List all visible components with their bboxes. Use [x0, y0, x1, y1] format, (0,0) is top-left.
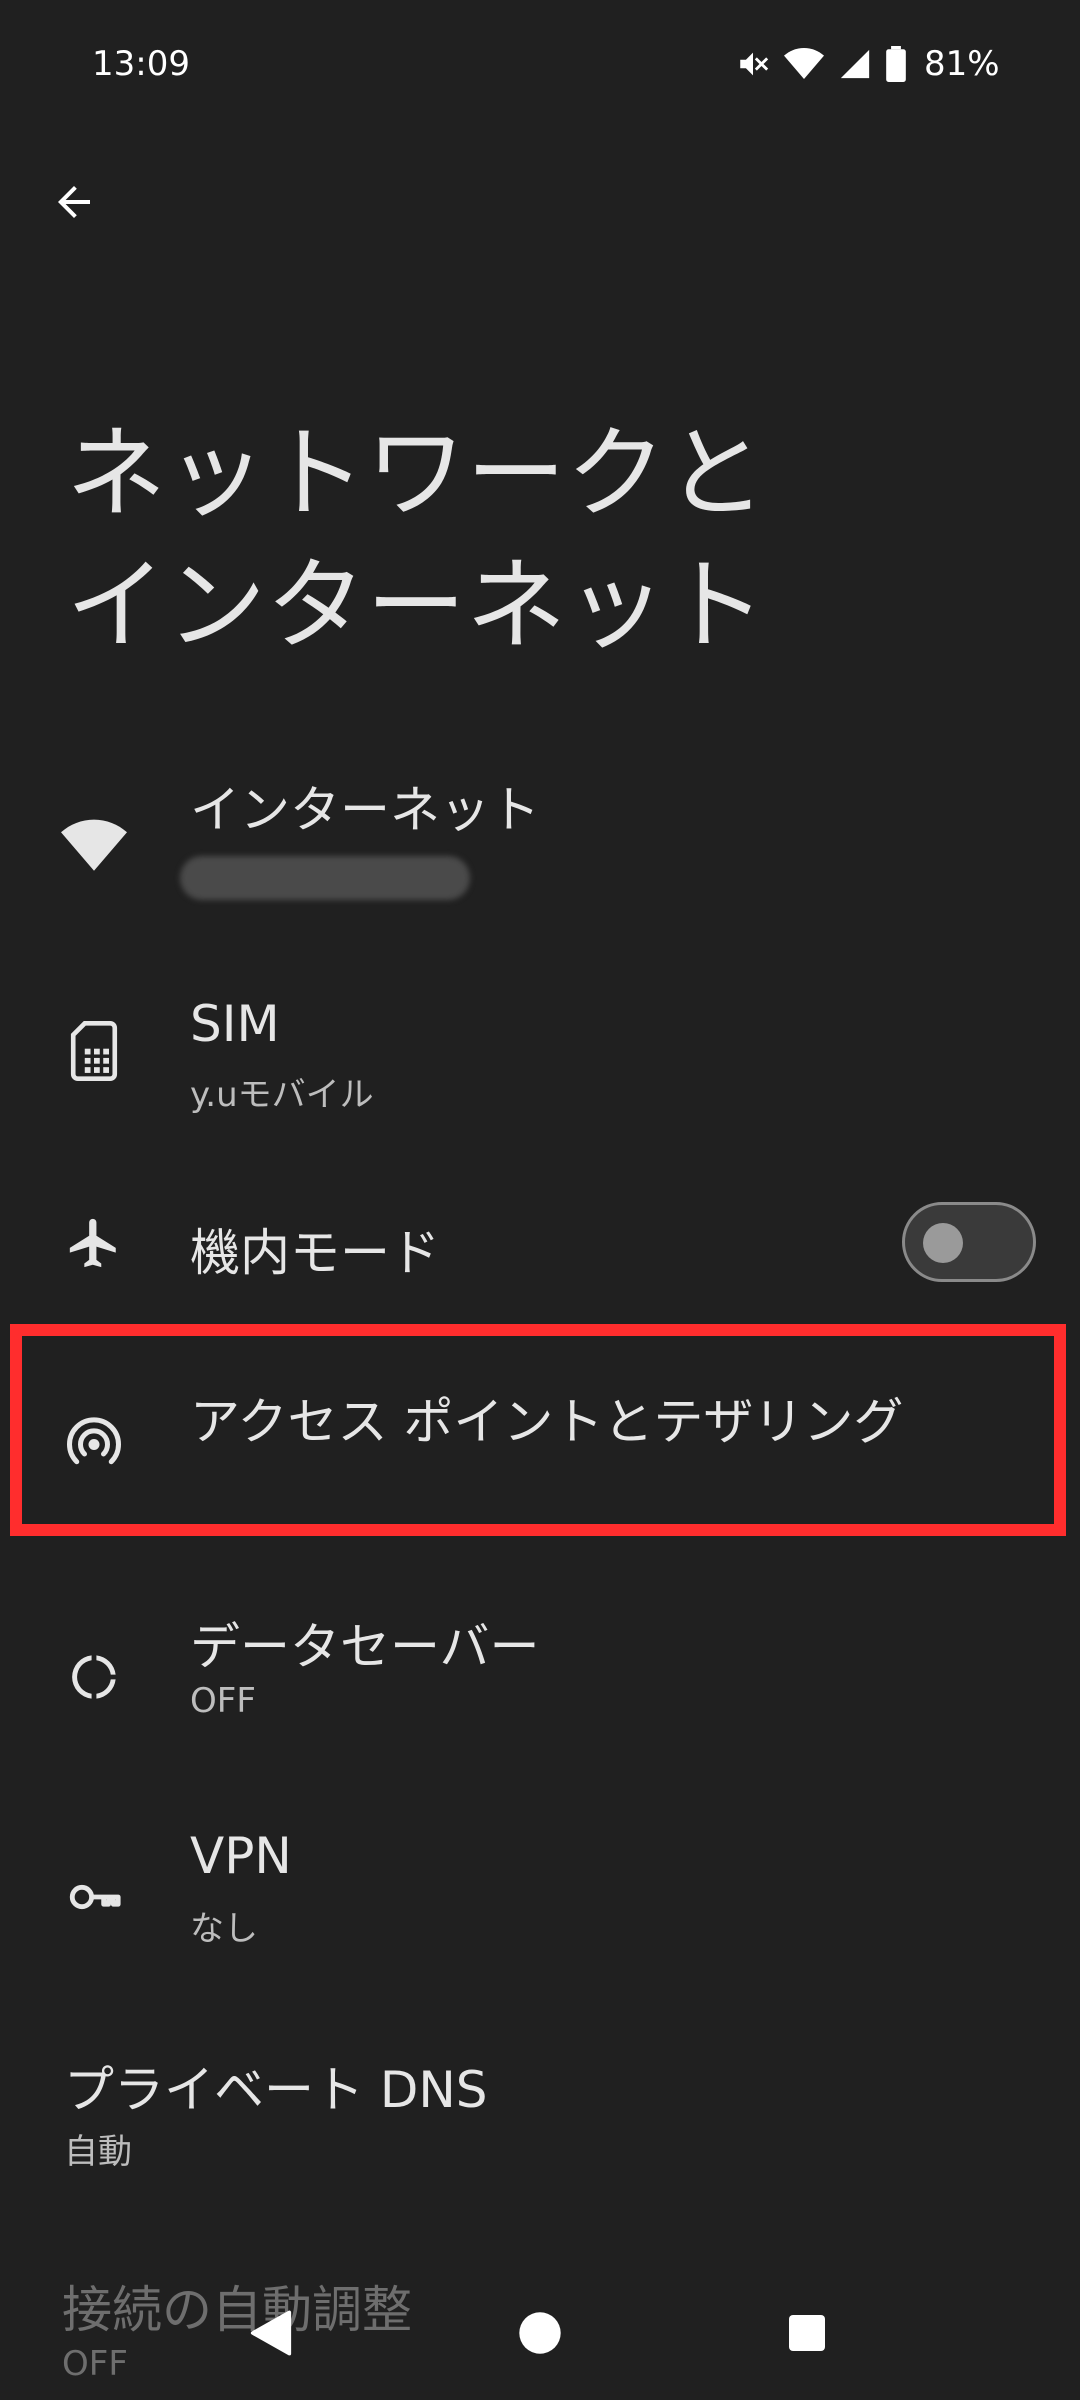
battery-icon — [886, 46, 906, 82]
sim-title: SIM — [190, 995, 280, 1053]
back-triangle-icon — [248, 2309, 294, 2361]
highlight-box — [10, 1324, 1066, 1536]
data-saver-item[interactable]: データセーバー OFF — [0, 1595, 1080, 1755]
wifi-icon — [58, 810, 130, 882]
vpn-item[interactable]: VPN なし — [0, 1815, 1080, 1975]
navigation-bar — [0, 2290, 1080, 2400]
private-dns-subtitle: 自動 — [64, 2132, 132, 2172]
data-saver-title: データセーバー — [190, 1618, 540, 1676]
arrow-left-icon — [50, 178, 98, 230]
signal-icon — [838, 47, 872, 81]
mute-icon — [736, 47, 770, 81]
status-time: 13:09 — [92, 44, 190, 84]
sim-item[interactable]: SIM y.uモバイル — [0, 975, 1080, 1135]
nav-back-button[interactable] — [226, 2290, 316, 2380]
private-dns-item[interactable]: プライベート DNS 自動 — [0, 2040, 1080, 2200]
private-dns-title: プライベート DNS — [64, 2061, 488, 2119]
page-title: ネットワークと インターネット — [66, 415, 766, 664]
airplane-mode-title: 機内モード — [190, 1224, 440, 1282]
back-button[interactable] — [36, 166, 112, 242]
redacted-network-name — [180, 856, 470, 900]
data-saver-subtitle: OFF — [190, 1681, 256, 1721]
vpn-subtitle: なし — [190, 1909, 258, 1949]
toggle-knob — [923, 1223, 963, 1263]
home-circle-icon — [517, 2310, 563, 2360]
airplane-mode-toggle[interactable] — [902, 1202, 1036, 1282]
nav-home-button[interactable] — [495, 2290, 585, 2380]
recents-square-icon — [787, 2313, 827, 2357]
sim-subtitle: y.uモバイル — [190, 1075, 374, 1115]
status-bar: 13:09 81% — [0, 0, 1080, 130]
data-saver-icon — [58, 1641, 130, 1713]
nav-recents-button[interactable] — [762, 2290, 852, 2380]
airplane-icon — [58, 1207, 130, 1279]
key-icon — [58, 1861, 130, 1933]
wifi-icon — [784, 47, 824, 81]
internet-item[interactable]: インターネット — [0, 760, 1080, 920]
battery-percent: 81% — [924, 44, 1000, 84]
status-icons: 81% — [736, 44, 1000, 84]
vpn-title: VPN — [190, 1827, 292, 1885]
sim-card-icon — [58, 1015, 130, 1087]
internet-title: インターネット — [190, 781, 540, 839]
